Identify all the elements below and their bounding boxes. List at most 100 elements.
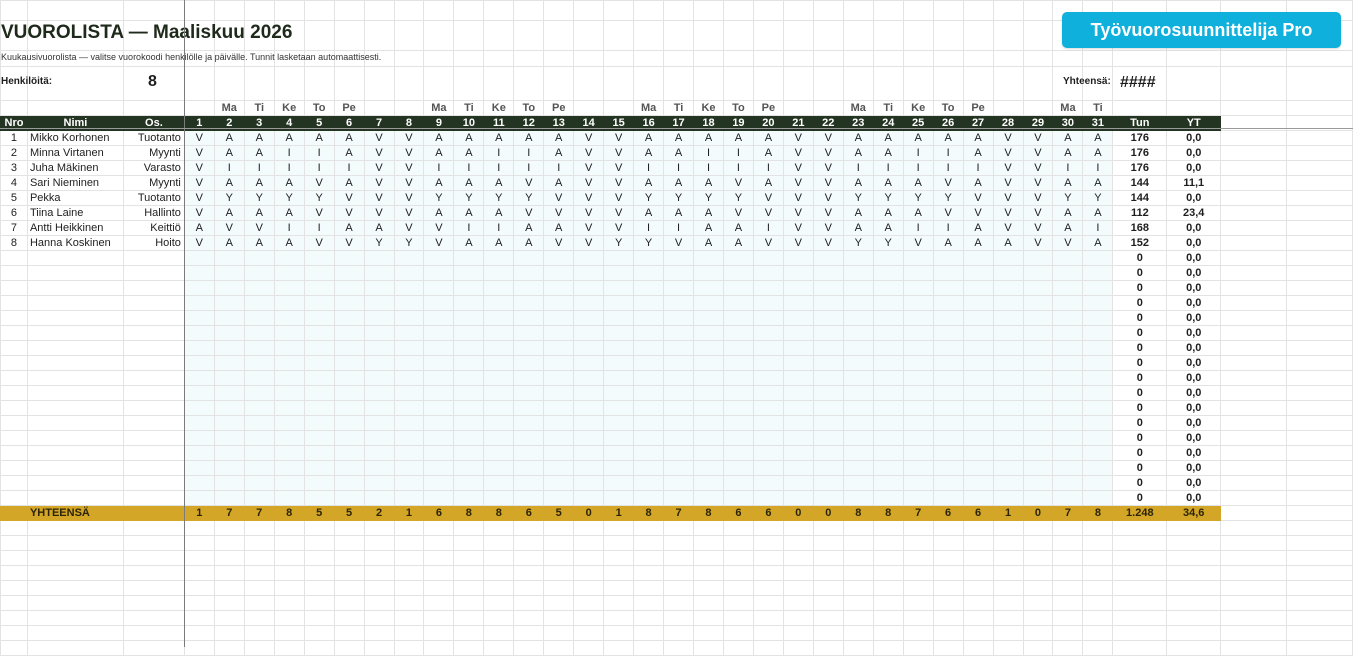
empty-cell[interactable] (812, 625, 844, 641)
shift-cell[interactable] (1022, 385, 1054, 401)
empty-cell[interactable] (483, 66, 515, 101)
shift-cell[interactable] (782, 370, 814, 386)
shift-cell[interactable] (213, 400, 245, 416)
empty-cell[interactable] (722, 580, 754, 596)
empty-cell[interactable] (26, 100, 124, 116)
empty-cell[interactable] (603, 580, 635, 596)
empty-cell[interactable] (1220, 385, 1287, 401)
shift-cell[interactable] (663, 280, 695, 296)
empty-cell[interactable] (483, 580, 515, 596)
shift-cell[interactable] (752, 415, 784, 431)
shift-cell[interactable] (992, 340, 1024, 356)
empty-cell[interactable] (453, 520, 485, 536)
shift-cell[interactable] (543, 430, 575, 446)
empty-cell[interactable] (872, 550, 904, 566)
empty-cell[interactable] (453, 20, 485, 51)
empty-cell[interactable] (303, 625, 335, 641)
shift-cell[interactable] (782, 250, 814, 266)
shift-cell[interactable] (812, 490, 844, 506)
shift-cell[interactable] (363, 400, 395, 416)
empty-cell[interactable] (1166, 580, 1222, 596)
shift-cell[interactable]: V (573, 130, 605, 146)
shift-cell[interactable] (423, 460, 455, 476)
shift-cell[interactable] (303, 430, 335, 446)
empty-cell[interactable] (453, 66, 485, 101)
empty-cell[interactable] (722, 520, 754, 536)
shift-cell[interactable]: I (423, 160, 455, 176)
shift-cell[interactable]: A (543, 175, 575, 191)
shift-cell[interactable]: V (573, 175, 605, 191)
empty-cell[interactable] (243, 535, 275, 551)
shift-cell[interactable] (183, 460, 215, 476)
empty-cell[interactable] (363, 66, 395, 101)
shift-cell[interactable]: A (363, 220, 395, 236)
shift-cell[interactable] (842, 265, 874, 281)
shift-cell[interactable] (722, 460, 754, 476)
shift-cell[interactable] (1022, 490, 1054, 506)
empty-cell[interactable] (1286, 66, 1353, 101)
empty-cell[interactable] (26, 625, 124, 641)
empty-cell[interactable] (243, 520, 275, 536)
empty-cell[interactable] (872, 66, 904, 101)
shift-cell[interactable]: Y (663, 190, 695, 206)
shift-cell[interactable] (663, 340, 695, 356)
shift-cell[interactable] (243, 430, 275, 446)
employee-name[interactable]: Juha Mäkinen (26, 160, 124, 176)
shift-cell[interactable]: A (213, 130, 245, 146)
empty-cell[interactable] (393, 595, 425, 611)
shift-cell[interactable]: V (782, 205, 814, 221)
shift-cell[interactable]: V (992, 205, 1024, 221)
empty-cell[interactable] (693, 610, 724, 626)
shift-cell[interactable] (812, 325, 844, 341)
shift-cell[interactable] (752, 280, 784, 296)
empty-cell[interactable] (1286, 50, 1353, 67)
empty-cell[interactable] (782, 565, 814, 581)
shift-cell[interactable] (902, 325, 934, 341)
shift-cell[interactable]: A (423, 130, 455, 146)
shift-cell[interactable]: Y (1082, 190, 1114, 206)
shift-cell[interactable]: Y (603, 235, 635, 251)
shift-cell[interactable] (513, 355, 545, 371)
empty-cell[interactable] (273, 520, 305, 536)
shift-cell[interactable] (213, 460, 245, 476)
empty-cell[interactable] (0, 385, 28, 401)
shift-cell[interactable] (243, 355, 275, 371)
empty-cell[interactable] (1220, 430, 1287, 446)
empty-cell[interactable] (453, 640, 485, 656)
empty-cell[interactable] (513, 50, 545, 67)
shift-cell[interactable]: A (1052, 145, 1084, 161)
empty-cell[interactable] (273, 66, 305, 101)
shift-cell[interactable] (1022, 355, 1054, 371)
shift-cell[interactable] (962, 325, 994, 341)
shift-cell[interactable] (303, 445, 335, 461)
empty-cell[interactable] (1286, 580, 1353, 596)
empty-cell[interactable] (423, 66, 455, 101)
shift-cell[interactable]: V (543, 190, 575, 206)
shift-cell[interactable] (513, 475, 545, 491)
shift-cell[interactable] (363, 250, 395, 266)
shift-cell[interactable]: V (1022, 205, 1054, 221)
shift-cell[interactable] (1052, 475, 1084, 491)
empty-cell[interactable] (1082, 640, 1114, 656)
empty-cell[interactable] (573, 580, 605, 596)
empty-cell[interactable] (1052, 610, 1084, 626)
empty-cell[interactable] (1052, 535, 1084, 551)
shift-cell[interactable] (752, 445, 784, 461)
empty-cell[interactable] (513, 580, 545, 596)
shift-cell[interactable]: I (453, 220, 485, 236)
shift-cell[interactable] (363, 295, 395, 311)
shift-cell[interactable] (992, 310, 1024, 326)
employee-dept[interactable]: Hoito (122, 235, 185, 251)
shift-cell[interactable] (603, 445, 635, 461)
shift-cell[interactable]: I (243, 160, 275, 176)
empty-cell[interactable] (812, 535, 844, 551)
shift-cell[interactable] (603, 310, 635, 326)
shift-cell[interactable] (243, 490, 275, 506)
empty-cell[interactable] (333, 625, 365, 641)
shift-cell[interactable] (962, 280, 994, 296)
shift-cell[interactable]: A (453, 235, 485, 251)
shift-cell[interactable] (663, 460, 695, 476)
shift-cell[interactable] (543, 295, 575, 311)
shift-cell[interactable]: V (1052, 235, 1084, 251)
empty-cell[interactable] (573, 0, 605, 21)
